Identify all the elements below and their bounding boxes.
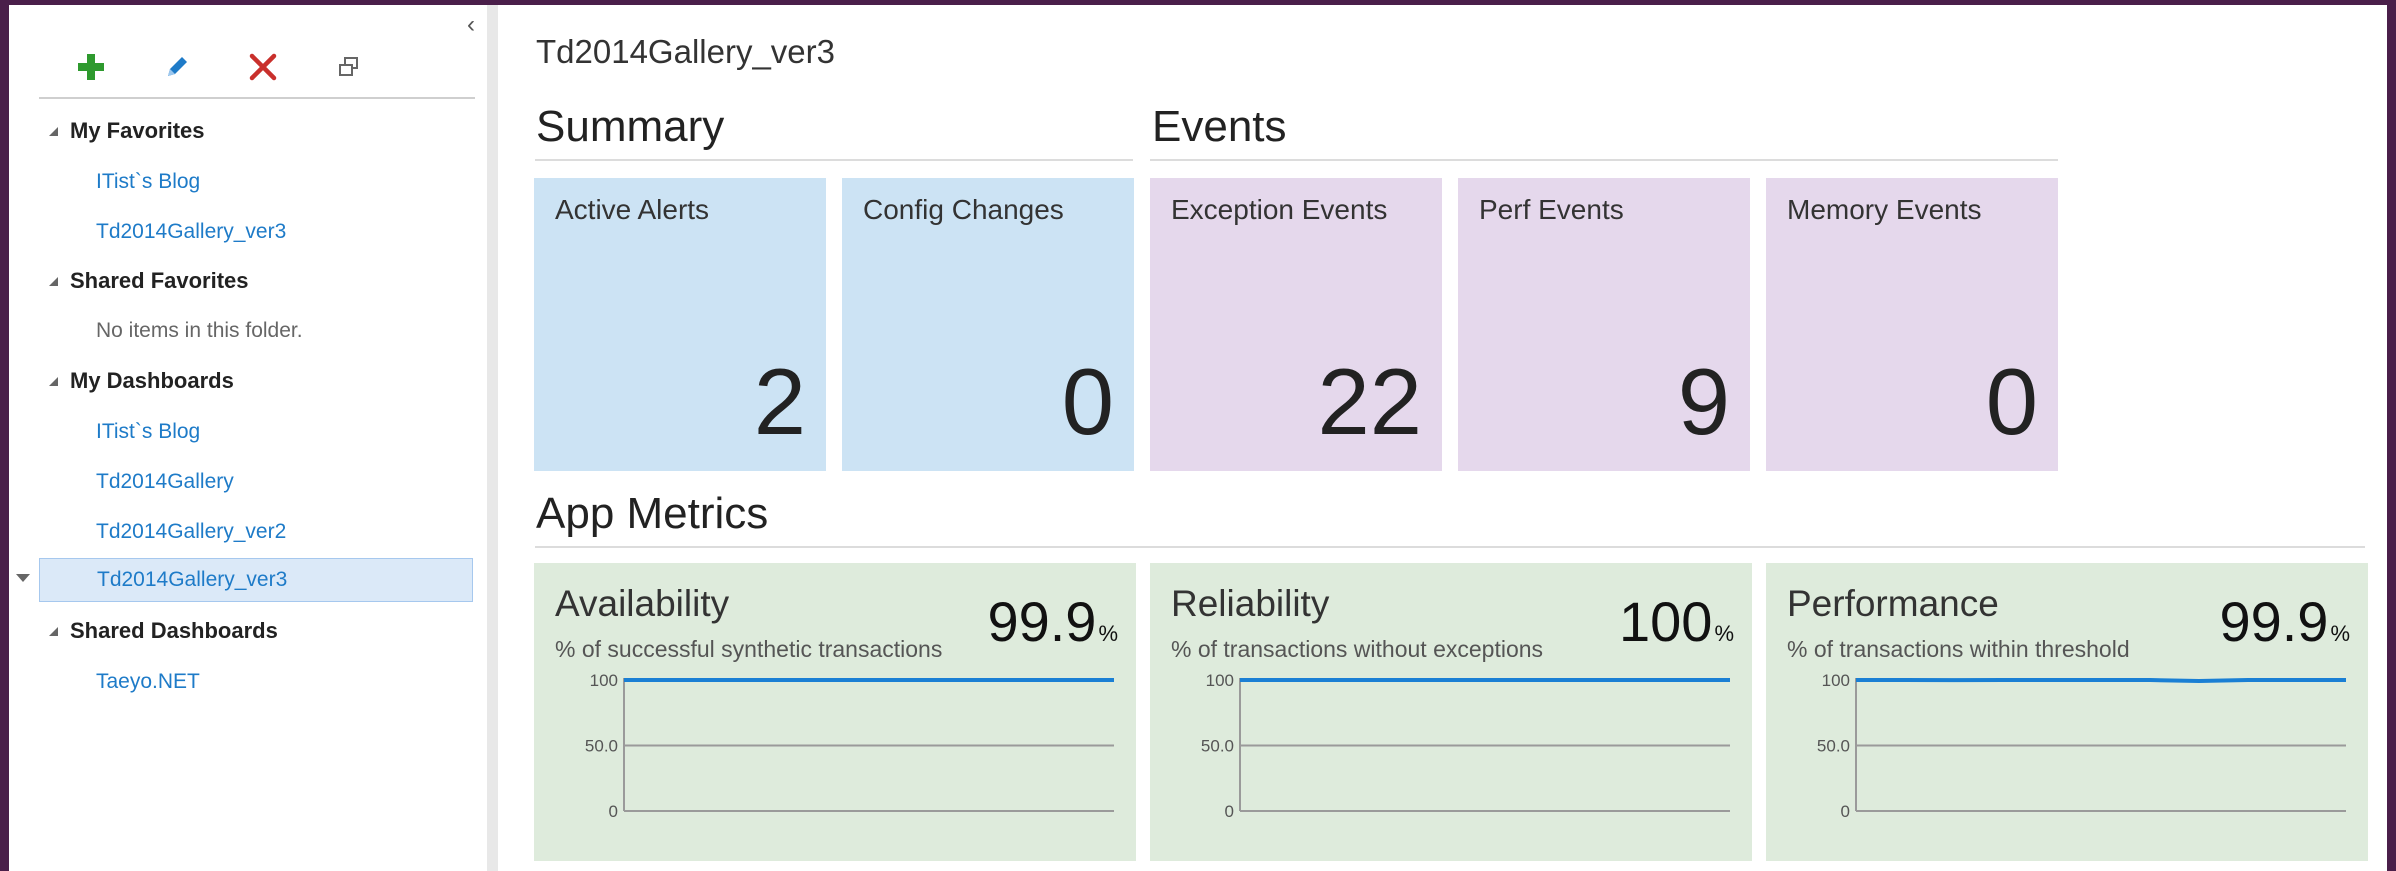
y-tick-label: 100	[1206, 671, 1234, 690]
metric-subtitle: % of transactions without exceptions	[1171, 636, 1544, 662]
tile-perf-events[interactable]: Perf Events 9	[1458, 178, 1750, 471]
tree-item-label: Td2014Gallery	[96, 470, 234, 493]
metric-number: 100	[1619, 590, 1713, 653]
summary-rule	[535, 159, 1133, 161]
tree-item-label: Taeyo.NET	[96, 670, 200, 693]
tree-header-label: My Dashboards	[70, 368, 234, 393]
tree-header-shared-favorites[interactable]: Shared Favorites	[49, 261, 249, 301]
tree-item-label: Td2014Gallery_ver2	[96, 520, 287, 543]
metric-subtitle: % of successful synthetic transactions	[555, 636, 943, 662]
y-tick-label: 50.0	[585, 737, 618, 756]
tile-memory-events[interactable]: Memory Events 0	[1766, 178, 2058, 471]
page-title: Td2014Gallery_ver3	[536, 33, 835, 70]
series-line	[1856, 678, 2346, 684]
tile-value: 0	[1985, 349, 2038, 454]
events-rule	[1150, 159, 2058, 161]
pencil-icon	[168, 57, 187, 76]
tree-header-label: Shared Dashboards	[70, 618, 278, 643]
metric-unit: %	[1714, 621, 1734, 646]
metric-subtitle: % of transactions within threshold	[1787, 636, 2130, 662]
metric-value: 99.9%	[987, 589, 1118, 654]
expanded-triangle-icon	[49, 126, 58, 136]
metric-value: 100%	[1619, 589, 1734, 654]
expanded-triangle-icon	[49, 626, 58, 636]
metric-card-reliability[interactable]: Reliability % of transactions without ex…	[1150, 563, 1752, 861]
tile-label: Memory Events	[1787, 194, 1982, 225]
metric-unit: %	[2330, 621, 2350, 646]
metric-card-performance[interactable]: Performance % of transactions within thr…	[1766, 563, 2368, 861]
tile-active-alerts[interactable]: Active Alerts 2	[534, 178, 826, 471]
sidebar: ‹ My Favorites ITist`s Blog Td2014Galler…	[9, 5, 487, 871]
performance-chart: 100 50.0 0	[1817, 671, 2346, 821]
app-metrics-title: App Metrics	[536, 489, 769, 538]
metric-title: Performance	[1787, 583, 1999, 624]
metric-unit: %	[1098, 621, 1118, 646]
app-metrics-rule	[535, 546, 2365, 548]
metric-title: Availability	[555, 583, 730, 624]
detach-button[interactable]	[331, 49, 367, 85]
y-tick-label: 0	[1225, 802, 1234, 821]
y-tick-label: 0	[609, 802, 618, 821]
availability-chart: 100 50.0 0	[585, 671, 1114, 821]
tree-item-selected[interactable]: Td2014Gallery_ver3	[39, 558, 473, 602]
tile-label: Config Changes	[863, 194, 1064, 225]
tree-item[interactable]: Taeyo.NET	[39, 660, 473, 704]
y-tick-label: 100	[590, 671, 618, 690]
tile-label: Exception Events	[1171, 194, 1388, 225]
sidebar-splitter[interactable]	[487, 5, 498, 871]
tree-header-label: Shared Favorites	[70, 268, 249, 293]
toolbar-divider	[39, 97, 475, 99]
collapse-sidebar-icon[interactable]: ‹	[461, 13, 481, 37]
metric-title: Reliability	[1171, 583, 1330, 624]
tile-exception-events[interactable]: Exception Events 22	[1150, 178, 1442, 471]
tree-item[interactable]: Td2014Gallery_ver2	[39, 510, 473, 554]
y-tick-label: 0	[1841, 802, 1850, 821]
tree-item-label: ITist`s Blog	[96, 420, 201, 443]
tree-header-shared-dashboards[interactable]: Shared Dashboards	[49, 611, 278, 651]
tree-item[interactable]: ITist`s Blog	[39, 410, 473, 454]
tree-header-my-favorites[interactable]: My Favorites	[49, 111, 205, 151]
tree-item-label: Td2014Gallery_ver3	[96, 220, 287, 243]
tile-value: 9	[1677, 349, 1730, 454]
metric-number: 99.9	[987, 590, 1097, 653]
tile-value: 22	[1317, 349, 1422, 454]
plus-icon	[78, 54, 104, 80]
tree-header-my-dashboards[interactable]: My Dashboards	[49, 361, 234, 401]
tile-config-changes[interactable]: Config Changes 0	[842, 178, 1134, 471]
tree-item[interactable]: Td2014Gallery	[39, 460, 473, 504]
dashboard-main: Td2014Gallery_ver3 Summary Events Active…	[498, 5, 2387, 871]
metric-value: 99.9%	[2219, 589, 2350, 654]
metric-number: 99.9	[2219, 590, 2329, 653]
app-window: ‹ My Favorites ITist`s Blog Td2014Galler…	[9, 5, 2387, 871]
tile-value: 2	[753, 349, 806, 454]
delete-button[interactable]	[245, 49, 281, 85]
expanded-triangle-icon	[49, 376, 58, 386]
reliability-chart: 100 50.0 0	[1201, 671, 1730, 821]
tree-item[interactable]: Td2014Gallery_ver3	[39, 210, 473, 254]
tree-item-label: Td2014Gallery_ver3	[97, 568, 288, 591]
add-button[interactable]	[73, 49, 109, 85]
edit-button[interactable]	[159, 49, 195, 85]
expanded-triangle-icon	[49, 276, 58, 286]
context-menu-caret-icon[interactable]	[16, 574, 30, 582]
delete-x-icon	[249, 53, 277, 81]
tile-label: Active Alerts	[555, 194, 710, 225]
empty-folder-message: No items in this folder.	[96, 319, 303, 342]
y-tick-label: 100	[1822, 671, 1850, 690]
tree-item-label: ITist`s Blog	[96, 170, 201, 193]
tile-value: 0	[1061, 349, 1114, 454]
events-title: Events	[1152, 102, 1287, 151]
tree-header-label: My Favorites	[70, 118, 205, 143]
metric-card-availability[interactable]: Availability % of successful synthetic t…	[534, 563, 1136, 861]
tile-label: Perf Events	[1479, 194, 1624, 225]
window-restore-icon	[339, 57, 358, 76]
y-tick-label: 50.0	[1201, 737, 1234, 756]
summary-title: Summary	[536, 102, 725, 151]
y-tick-label: 50.0	[1817, 737, 1850, 756]
tree-item[interactable]: ITist`s Blog	[39, 160, 473, 204]
